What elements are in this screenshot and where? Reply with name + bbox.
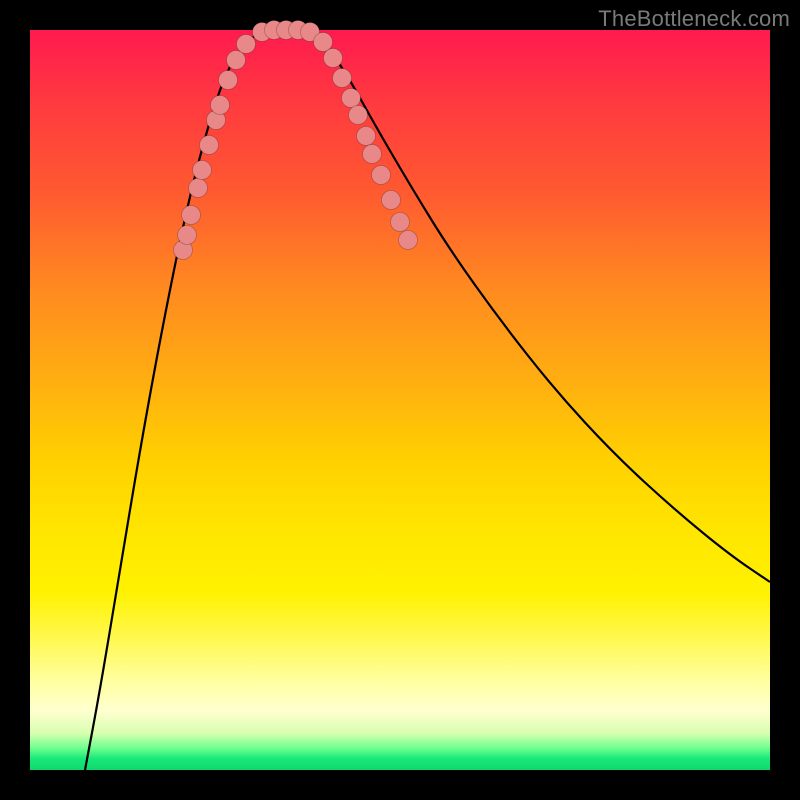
data-dot bbox=[357, 127, 376, 146]
chart-frame: TheBottleneck.com bbox=[0, 0, 800, 800]
plot-area bbox=[30, 30, 770, 770]
data-dot bbox=[193, 161, 212, 180]
data-dot bbox=[382, 191, 401, 210]
watermark-text: TheBottleneck.com bbox=[598, 6, 790, 32]
data-dot bbox=[333, 69, 352, 88]
data-dot bbox=[349, 106, 368, 125]
bottleneck-curve-svg bbox=[30, 30, 770, 770]
data-dots bbox=[174, 21, 418, 260]
data-dot bbox=[189, 179, 208, 198]
data-dot bbox=[182, 206, 201, 225]
data-dot bbox=[399, 231, 418, 250]
curve-right bbox=[305, 30, 770, 582]
data-dot bbox=[391, 213, 410, 232]
data-dot bbox=[219, 71, 238, 90]
data-dot bbox=[200, 136, 219, 155]
data-dot bbox=[372, 166, 391, 185]
data-dot bbox=[227, 51, 246, 70]
data-dot bbox=[363, 145, 382, 164]
curve-left bbox=[85, 30, 267, 770]
data-dot bbox=[314, 33, 333, 52]
data-dot bbox=[324, 49, 343, 68]
data-dot bbox=[237, 35, 256, 54]
data-dot bbox=[178, 226, 197, 245]
data-dot bbox=[211, 96, 230, 115]
data-dot bbox=[342, 89, 361, 108]
